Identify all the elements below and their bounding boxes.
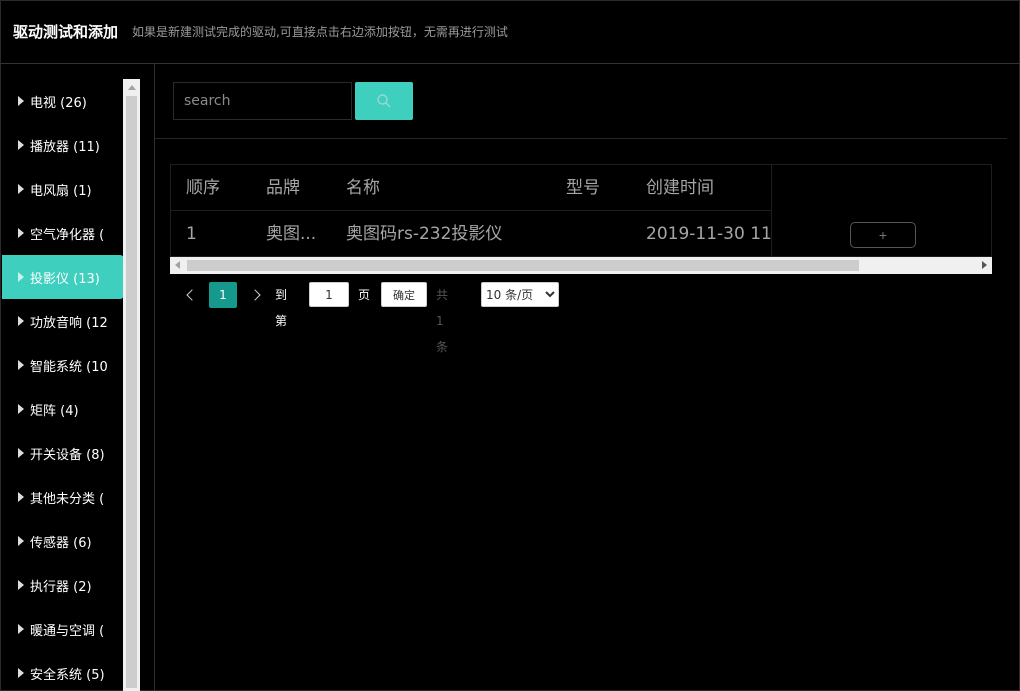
sidebar-item-security[interactable]: 安全系统 (5) (2, 651, 124, 691)
cell-order: 1 (186, 224, 197, 244)
sidebar-item-player[interactable]: 播放器 (11) (2, 123, 124, 167)
sidebar-item-label: 功放音响 (12 (30, 315, 108, 331)
caret-right-icon (18, 624, 24, 634)
column-header-name: 名称 (346, 178, 380, 198)
caret-right-icon (18, 184, 24, 194)
column-header-brand: 品牌 (266, 178, 300, 198)
table-horizontal-scrollbar[interactable] (170, 257, 992, 274)
sidebar-item-label: 播放器 (11) (30, 139, 100, 155)
sidebar-item-tv[interactable]: 电视 (26) (2, 79, 124, 123)
sidebar-scrollbar-thumb[interactable] (126, 96, 137, 688)
cell-name: 奥图码rs-232投影仪 (346, 224, 503, 244)
sidebar-item-label: 执行器 (2) (30, 579, 92, 595)
sidebar-item-actuator[interactable]: 执行器 (2) (2, 563, 124, 607)
cell-brand: 奥图... (266, 224, 317, 244)
caret-right-icon (18, 448, 24, 458)
sidebar-item-label: 矩阵 (4) (30, 403, 79, 419)
scroll-right-arrow-icon[interactable] (982, 261, 987, 269)
sidebar-item-amplifier[interactable]: 功放音响 (12 (2, 299, 124, 343)
sidebar-item-label: 其他未分类 ( (30, 491, 105, 507)
cell-model (566, 211, 636, 256)
scroll-left-arrow-icon[interactable] (175, 261, 180, 269)
chevron-left-icon (185, 289, 198, 301)
sidebar-item-smart-system[interactable]: 智能系统 (10 (2, 343, 124, 387)
goto-confirm-button[interactable]: 确定 (381, 282, 427, 307)
chevron-right-icon (248, 289, 261, 301)
caret-right-icon (18, 536, 24, 546)
total-count: 共 1 条 (436, 288, 449, 354)
add-driver-button[interactable]: + (850, 222, 916, 248)
next-page-button[interactable] (248, 282, 264, 308)
caret-right-icon (18, 272, 24, 282)
sidebar-item-air-purifier[interactable]: 空气净化器 ( (2, 211, 124, 255)
page-size-select[interactable]: 10 条/页 (481, 282, 559, 307)
column-header-model: 型号 (566, 178, 600, 198)
sidebar-item-label: 传感器 (6) (30, 535, 92, 551)
sidebar-divider (154, 64, 155, 691)
page-title: 驱动测试和添加 (13, 23, 119, 41)
sidebar-item-other[interactable]: 其他未分类 ( (2, 475, 124, 519)
column-header-order: 顺序 (186, 178, 220, 198)
app-frame (0, 0, 1020, 691)
sidebar-item-projector[interactable]: 投影仪 (13) (2, 255, 124, 299)
sidebar-item-label: 电风扇 (1) (30, 183, 92, 199)
caret-right-icon (18, 492, 24, 502)
sidebar-item-label: 电视 (26) (30, 95, 87, 111)
action-column: + (771, 165, 991, 256)
caret-right-icon (18, 360, 24, 370)
plus-icon: + (878, 227, 888, 243)
table-scrollbar-thumb[interactable] (187, 260, 859, 271)
sidebar-item-label: 空气净化器 ( (30, 227, 105, 243)
sidebar-item-label: 暖通与空调 ( (30, 623, 105, 639)
sidebar-item-hvac[interactable]: 暖通与空调 ( (2, 607, 124, 651)
caret-right-icon (18, 580, 24, 590)
caret-right-icon (18, 228, 24, 238)
scroll-up-arrow-icon[interactable] (128, 85, 136, 90)
sidebar-scrollbar[interactable] (123, 79, 140, 691)
category-sidebar: 电视 (26) 播放器 (11) 电风扇 (1) 空气净化器 ( 投影仪 (13… (2, 79, 124, 691)
page-header: 驱动测试和添加 如果是新建测试完成的驱动,可直接点击右边添加按钮，无需再进行测试 (0, 0, 1020, 64)
caret-right-icon (18, 316, 24, 326)
sidebar-item-label: 安全系统 (5) (30, 667, 105, 683)
caret-right-icon (18, 668, 24, 678)
prev-page-button[interactable] (182, 282, 198, 308)
sidebar-item-label: 投影仪 (13) (30, 271, 100, 287)
caret-right-icon (18, 96, 24, 106)
sidebar-item-label: 开关设备 (8) (30, 447, 105, 463)
sidebar-item-matrix[interactable]: 矩阵 (4) (2, 387, 124, 431)
search-input[interactable] (173, 82, 352, 120)
search-button[interactable] (355, 82, 413, 120)
page-suffix-label: 页 (358, 288, 371, 302)
page-subtitle: 如果是新建测试完成的驱动,可直接点击右边添加按钮，无需再进行测试 (132, 25, 508, 39)
search-icon (377, 94, 391, 108)
toolbar-divider (155, 138, 1007, 139)
caret-right-icon (18, 404, 24, 414)
goto-label: 到第 (275, 288, 288, 328)
driver-table: 顺序 品牌 名称 型号 创建时间 1 奥图... 奥图码rs-232投影仪 20… (170, 164, 992, 257)
caret-right-icon (18, 140, 24, 150)
sidebar-item-switch[interactable]: 开关设备 (8) (2, 431, 124, 475)
sidebar-item-sensor[interactable]: 传感器 (6) (2, 519, 124, 563)
sidebar-item-label: 智能系统 (10 (30, 359, 108, 375)
page-number-current[interactable]: 1 (209, 282, 237, 308)
goto-page-input[interactable] (309, 282, 349, 307)
column-header-created: 创建时间 (646, 178, 714, 198)
sidebar-item-fan[interactable]: 电风扇 (1) (2, 167, 124, 211)
